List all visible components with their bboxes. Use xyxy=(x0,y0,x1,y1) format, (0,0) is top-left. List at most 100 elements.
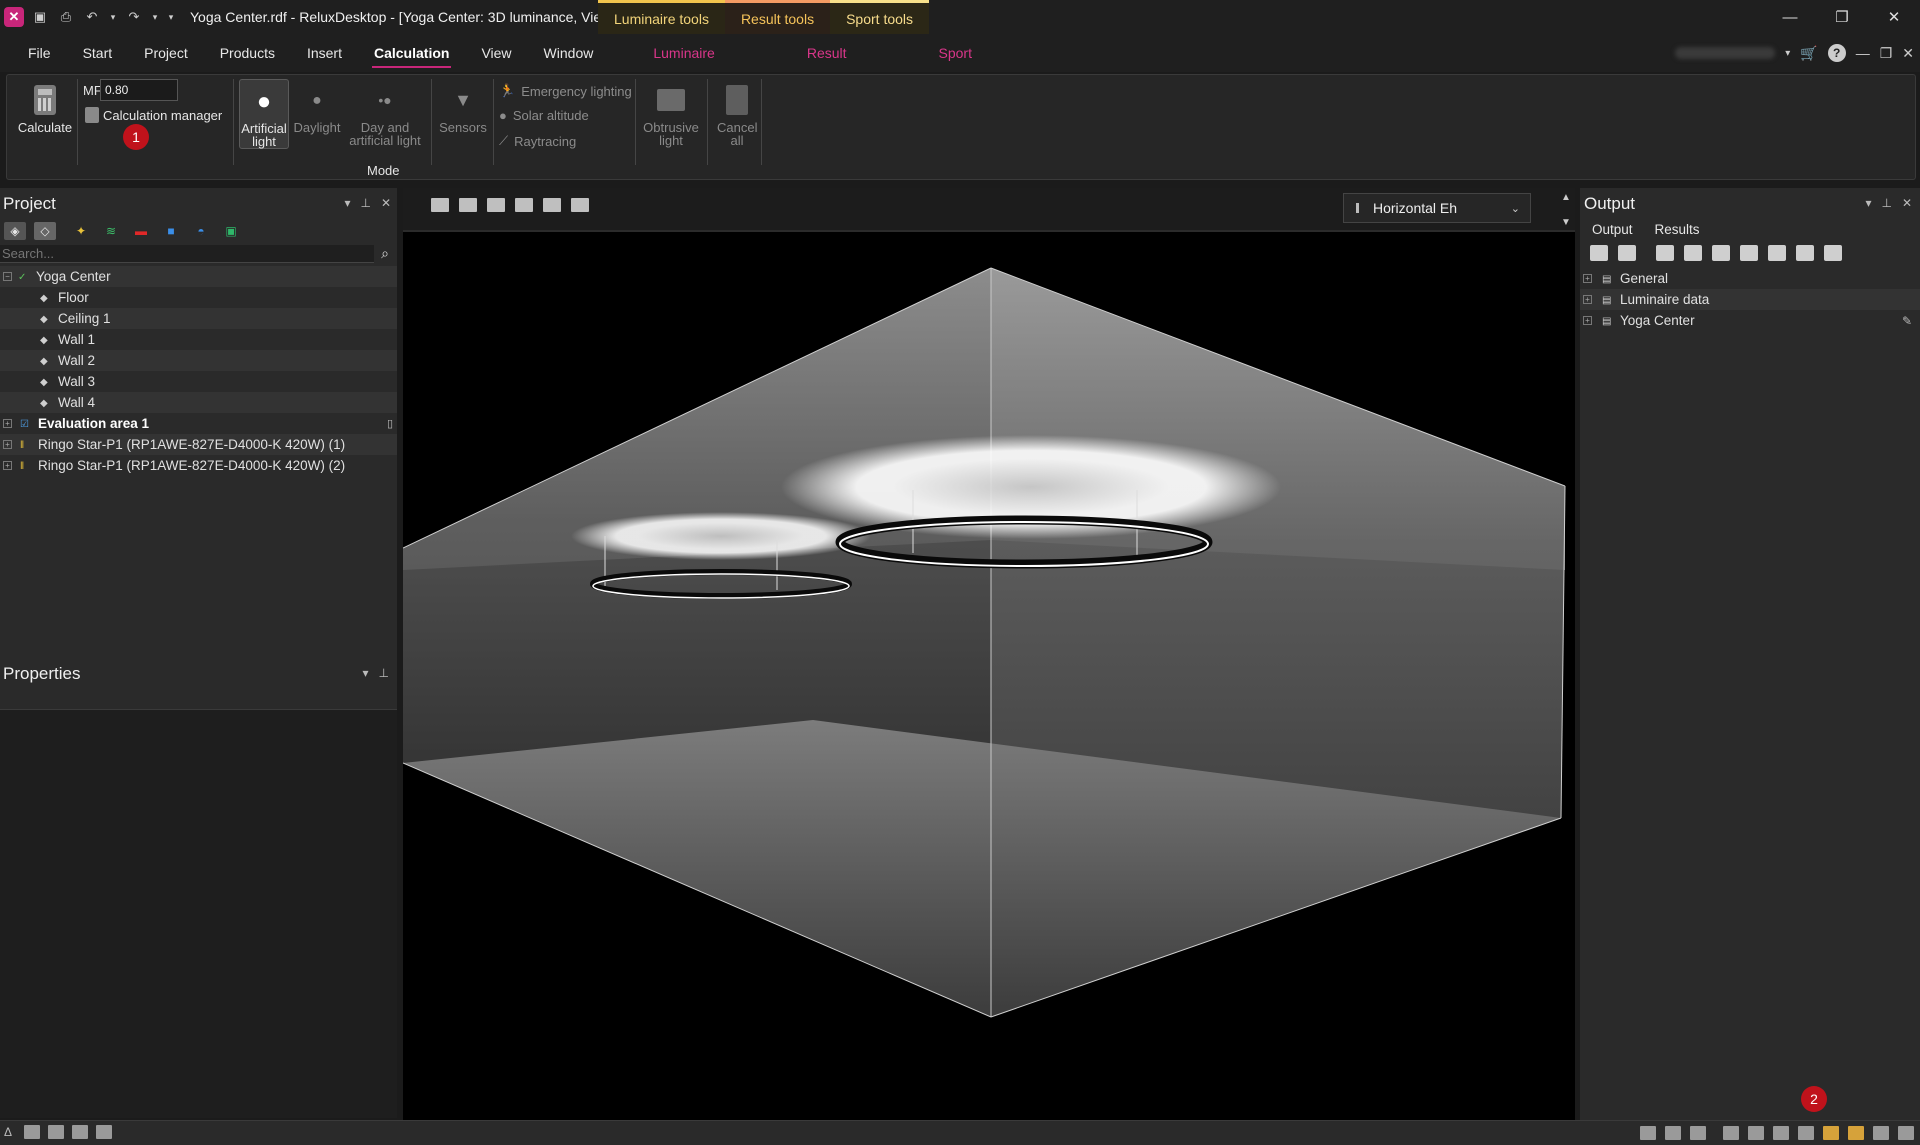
luminance-view-icon[interactable] xyxy=(571,198,589,212)
remove-icon[interactable]: ▬ xyxy=(130,222,152,240)
menu-luminaire[interactable]: Luminaire xyxy=(637,34,730,72)
output-item-general[interactable]: + ▤ General xyxy=(1580,268,1920,289)
menu-products[interactable]: Products xyxy=(204,34,291,72)
output-chart-icon[interactable] xyxy=(1796,245,1814,261)
artificial-light-button[interactable]: ● Artificial light xyxy=(239,79,289,149)
shaded-view-icon[interactable] xyxy=(543,198,561,212)
view-toolbar-scroll[interactable]: ▲ ▼ xyxy=(1557,188,1575,232)
day-and-artificial-light-button[interactable]: •● Day and artificial light xyxy=(345,83,425,148)
menu-sport[interactable]: Sport xyxy=(923,34,988,72)
output-document-icon[interactable] xyxy=(1740,245,1758,261)
menu-view[interactable]: View xyxy=(465,34,527,72)
pin-icon[interactable]: ⊥ xyxy=(379,666,389,680)
context-tab-result-tools[interactable]: Result tools xyxy=(724,0,831,34)
ribbon-minimize-icon[interactable]: — xyxy=(1856,45,1870,61)
menu-result[interactable]: Result xyxy=(791,34,863,72)
daylight-button[interactable]: ● Daylight xyxy=(291,83,343,134)
search-icon[interactable]: ⌕ xyxy=(374,245,396,265)
zoom-in-icon[interactable] xyxy=(1665,1126,1681,1140)
3d-luminance-scene[interactable] xyxy=(403,240,1575,1120)
output-3d-icon[interactable] xyxy=(1684,245,1702,261)
cart-icon[interactable]: 🛒 xyxy=(1800,45,1817,62)
output-render-icon[interactable] xyxy=(1712,245,1730,261)
view-room-icon[interactable] xyxy=(1748,1126,1764,1140)
restore-icon[interactable]: ❐ xyxy=(1816,0,1868,34)
view-floor-plan-icon[interactable] xyxy=(1773,1126,1789,1140)
output-floor-plan-icon[interactable] xyxy=(1656,245,1674,261)
redo-dropdown-icon[interactable]: ▾ xyxy=(150,7,160,27)
obtrusive-light-button[interactable]: Obtrusive light xyxy=(639,83,703,147)
tree-item-luminaire-1[interactable]: + ǁ Ringo Star-P1 (RP1AWE-827E-D4000-K 420… xyxy=(0,434,397,455)
menu-calculation[interactable]: Calculation xyxy=(358,34,465,72)
customize-toolbar-icon[interactable]: ▾ xyxy=(166,7,176,27)
tab-output[interactable]: Output xyxy=(1592,222,1633,237)
illuminance-type-select[interactable]: Horizontal Eh ⌄ xyxy=(1343,193,1531,223)
stack-icon[interactable]: ≋ xyxy=(100,222,122,240)
sensors-button[interactable]: ▼ Sensors xyxy=(435,83,491,135)
app-logo-icon[interactable]: ✕ xyxy=(4,7,24,27)
output-room-icon[interactable] xyxy=(1618,245,1636,261)
output-table-icon[interactable] xyxy=(1768,245,1786,261)
project-search-input[interactable] xyxy=(0,245,374,263)
gradient-view-icon[interactable] xyxy=(515,198,533,212)
tree-item-evaluation-area-1[interactable]: + ☑ Evaluation area 1 ▯ xyxy=(0,413,397,434)
tree-item-ceiling-1[interactable]: ◆ Ceiling 1 xyxy=(0,308,397,329)
room-icon[interactable]: ◇ xyxy=(34,222,56,240)
menu-project[interactable]: Project xyxy=(128,34,204,72)
save-icon[interactable]: ▣ xyxy=(30,7,50,27)
tab-results[interactable]: Results xyxy=(1655,222,1700,237)
panel-menu-icon[interactable]: ▾ xyxy=(363,666,369,680)
raytracing-button[interactable]: ⟋ Raytracing xyxy=(499,133,576,149)
menu-insert[interactable]: Insert xyxy=(291,34,358,72)
undo-dropdown-icon[interactable]: ▾ xyxy=(108,7,118,27)
emergency-lighting-button[interactable]: 🏃 Emergency lighting xyxy=(499,83,632,99)
pin-icon[interactable]: ⊥ xyxy=(1881,196,1891,210)
zoom-out-icon[interactable] xyxy=(1690,1126,1706,1140)
undo-icon[interactable]: ↶ xyxy=(82,7,102,27)
output-export-icon[interactable] xyxy=(1824,245,1842,261)
account-dropdown-icon[interactable]: ▾ xyxy=(1785,48,1790,59)
panel-close-icon[interactable]: ✕ xyxy=(1902,196,1912,210)
scroll-up-icon[interactable]: ▲ xyxy=(1561,192,1571,203)
tree-item-wall-3[interactable]: ◆ Wall 3 xyxy=(0,371,397,392)
tree-item-floor[interactable]: ◆ Floor xyxy=(0,287,397,308)
lock-icon[interactable]: ▯ xyxy=(387,417,393,430)
status-image-icon[interactable] xyxy=(96,1125,112,1139)
output-layers-icon[interactable] xyxy=(1590,245,1608,261)
status-table-icon[interactable] xyxy=(48,1125,64,1139)
status-mode-icon[interactable]: Δ xyxy=(4,1125,16,1139)
context-tab-luminaire-tools[interactable]: Luminaire tools xyxy=(598,0,725,34)
user-account[interactable] xyxy=(1675,47,1776,59)
tree-item-yoga-center[interactable]: − ✓ Yoga Center xyxy=(0,266,397,287)
tree-item-wall-2[interactable]: ◆ Wall 2 xyxy=(0,350,397,371)
status-grid-icon[interactable] xyxy=(24,1125,40,1139)
solar-altitude-button[interactable]: ● Solar altitude xyxy=(499,108,589,123)
view-raytrace-icon[interactable] xyxy=(1873,1126,1889,1140)
view-3d-icon[interactable] xyxy=(1798,1126,1814,1140)
help-icon[interactable]: ? xyxy=(1827,44,1846,62)
context-tab-sport-tools[interactable]: Sport tools xyxy=(830,0,930,34)
ribbon-close-icon[interactable]: ✕ xyxy=(1902,45,1914,62)
calculation-manager-button[interactable]: Calculation manager xyxy=(85,107,222,123)
cancel-all-button[interactable]: Cancel all xyxy=(711,83,763,147)
panel-close-icon[interactable]: ✕ xyxy=(381,196,391,210)
view-document-icon[interactable] xyxy=(1898,1126,1914,1140)
calculate-button[interactable]: Calculate xyxy=(15,83,75,134)
status-chart-icon[interactable] xyxy=(72,1125,88,1139)
exit-sign-icon[interactable]: ▣ xyxy=(220,222,242,240)
pin-icon[interactable]: ⊥ xyxy=(360,196,370,210)
output-item-luminaire-data[interactable]: + ▤ Luminaire data xyxy=(1580,289,1920,310)
output-item-yoga-center[interactable]: + ▤ Yoga Center ✎ xyxy=(1580,310,1920,331)
ribbon-restore-icon[interactable]: ❐ xyxy=(1880,45,1893,62)
menu-start[interactable]: Start xyxy=(67,34,129,72)
panel-menu-icon[interactable]: ▾ xyxy=(344,196,350,210)
grid-view-icon[interactable] xyxy=(431,198,449,212)
tree-item-wall-4[interactable]: ◆ Wall 4 xyxy=(0,392,397,413)
menu-window[interactable]: Window xyxy=(528,34,610,72)
layers-icon[interactable]: ◈ xyxy=(4,222,26,240)
scroll-down-icon[interactable]: ▼ xyxy=(1561,217,1571,228)
tree-item-wall-1[interactable]: ◆ Wall 1 xyxy=(0,329,397,350)
print-icon[interactable]: ⎙ xyxy=(56,7,76,27)
isolines-view-icon[interactable] xyxy=(459,198,477,212)
zoom-fit-icon[interactable] xyxy=(1640,1126,1656,1140)
